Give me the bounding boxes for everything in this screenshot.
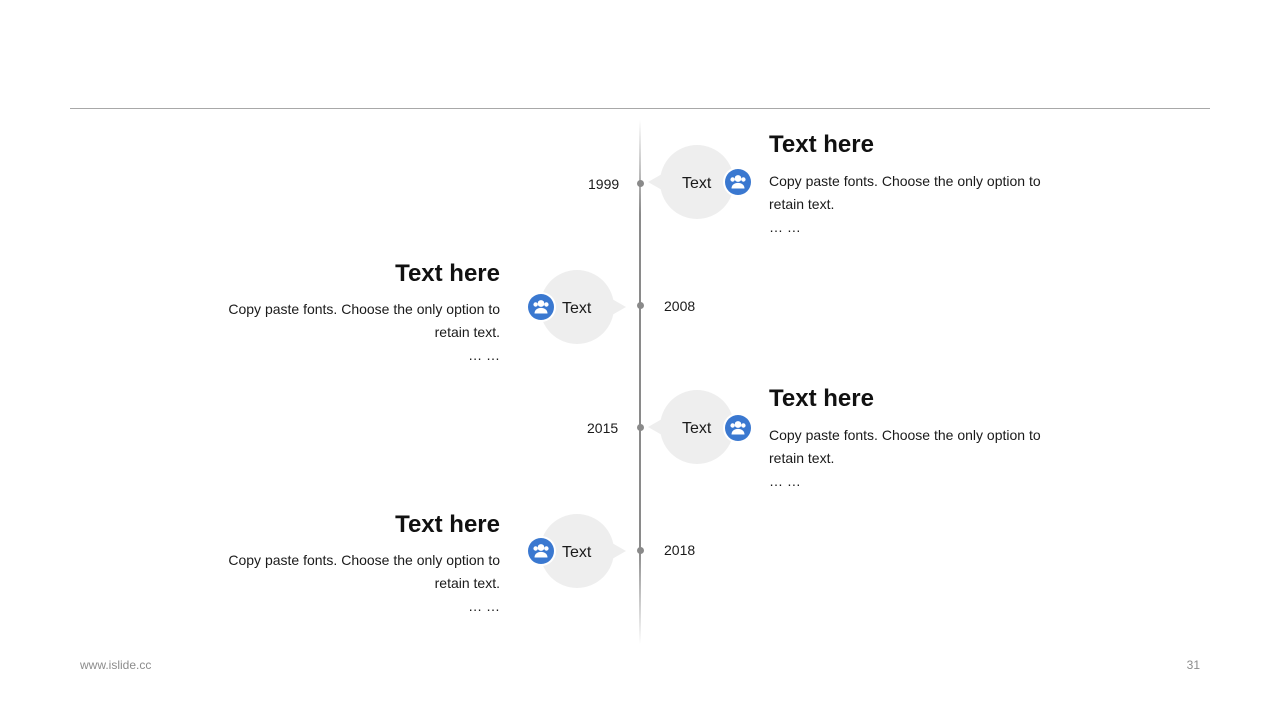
milestone-title: Text here xyxy=(395,260,500,287)
bubble-label: Text xyxy=(682,175,712,192)
footer-website: www.islide.cc xyxy=(80,658,152,672)
milestone-year: 1999 xyxy=(588,176,620,192)
milestone-year: 2015 xyxy=(587,420,619,436)
timeline-dot xyxy=(637,547,644,554)
milestone-description: Copy paste fonts. Choose the only option… xyxy=(769,170,1069,239)
user-group-icon xyxy=(528,538,554,564)
milestone-title: Text here xyxy=(395,511,500,538)
bubble-label: Text xyxy=(682,420,712,437)
timeline-dot xyxy=(637,180,644,187)
description-text: Copy paste fonts. Choose the only option… xyxy=(769,173,1041,212)
page-number: 31 xyxy=(1186,658,1200,672)
description-text: Copy paste fonts. Choose the only option… xyxy=(769,427,1041,466)
timeline-dot xyxy=(637,302,644,309)
timeline-axis xyxy=(639,120,641,644)
description-text: Copy paste fonts. Choose the only option… xyxy=(228,552,500,591)
bubble-label: Text xyxy=(562,544,592,561)
milestone-year: 2008 xyxy=(664,298,696,314)
milestone-year: 2018 xyxy=(664,542,696,558)
user-group-icon xyxy=(725,415,751,441)
description-ellipsis: … … xyxy=(769,219,801,235)
bubble-label: Text xyxy=(562,300,592,317)
description-ellipsis: … … xyxy=(468,347,500,363)
user-group-icon xyxy=(725,169,751,195)
milestone-description: Copy paste fonts. Choose the only option… xyxy=(200,549,500,618)
timeline-dot xyxy=(637,424,644,431)
milestone-title: Text here xyxy=(769,131,874,158)
description-ellipsis: … … xyxy=(468,598,500,614)
user-group-icon xyxy=(528,294,554,320)
header-divider xyxy=(70,108,1210,109)
milestone-title: Text here xyxy=(769,385,874,412)
milestone-description: Copy paste fonts. Choose the only option… xyxy=(769,424,1069,493)
milestone-description: Copy paste fonts. Choose the only option… xyxy=(200,298,500,367)
description-ellipsis: … … xyxy=(769,473,801,489)
description-text: Copy paste fonts. Choose the only option… xyxy=(228,301,500,340)
